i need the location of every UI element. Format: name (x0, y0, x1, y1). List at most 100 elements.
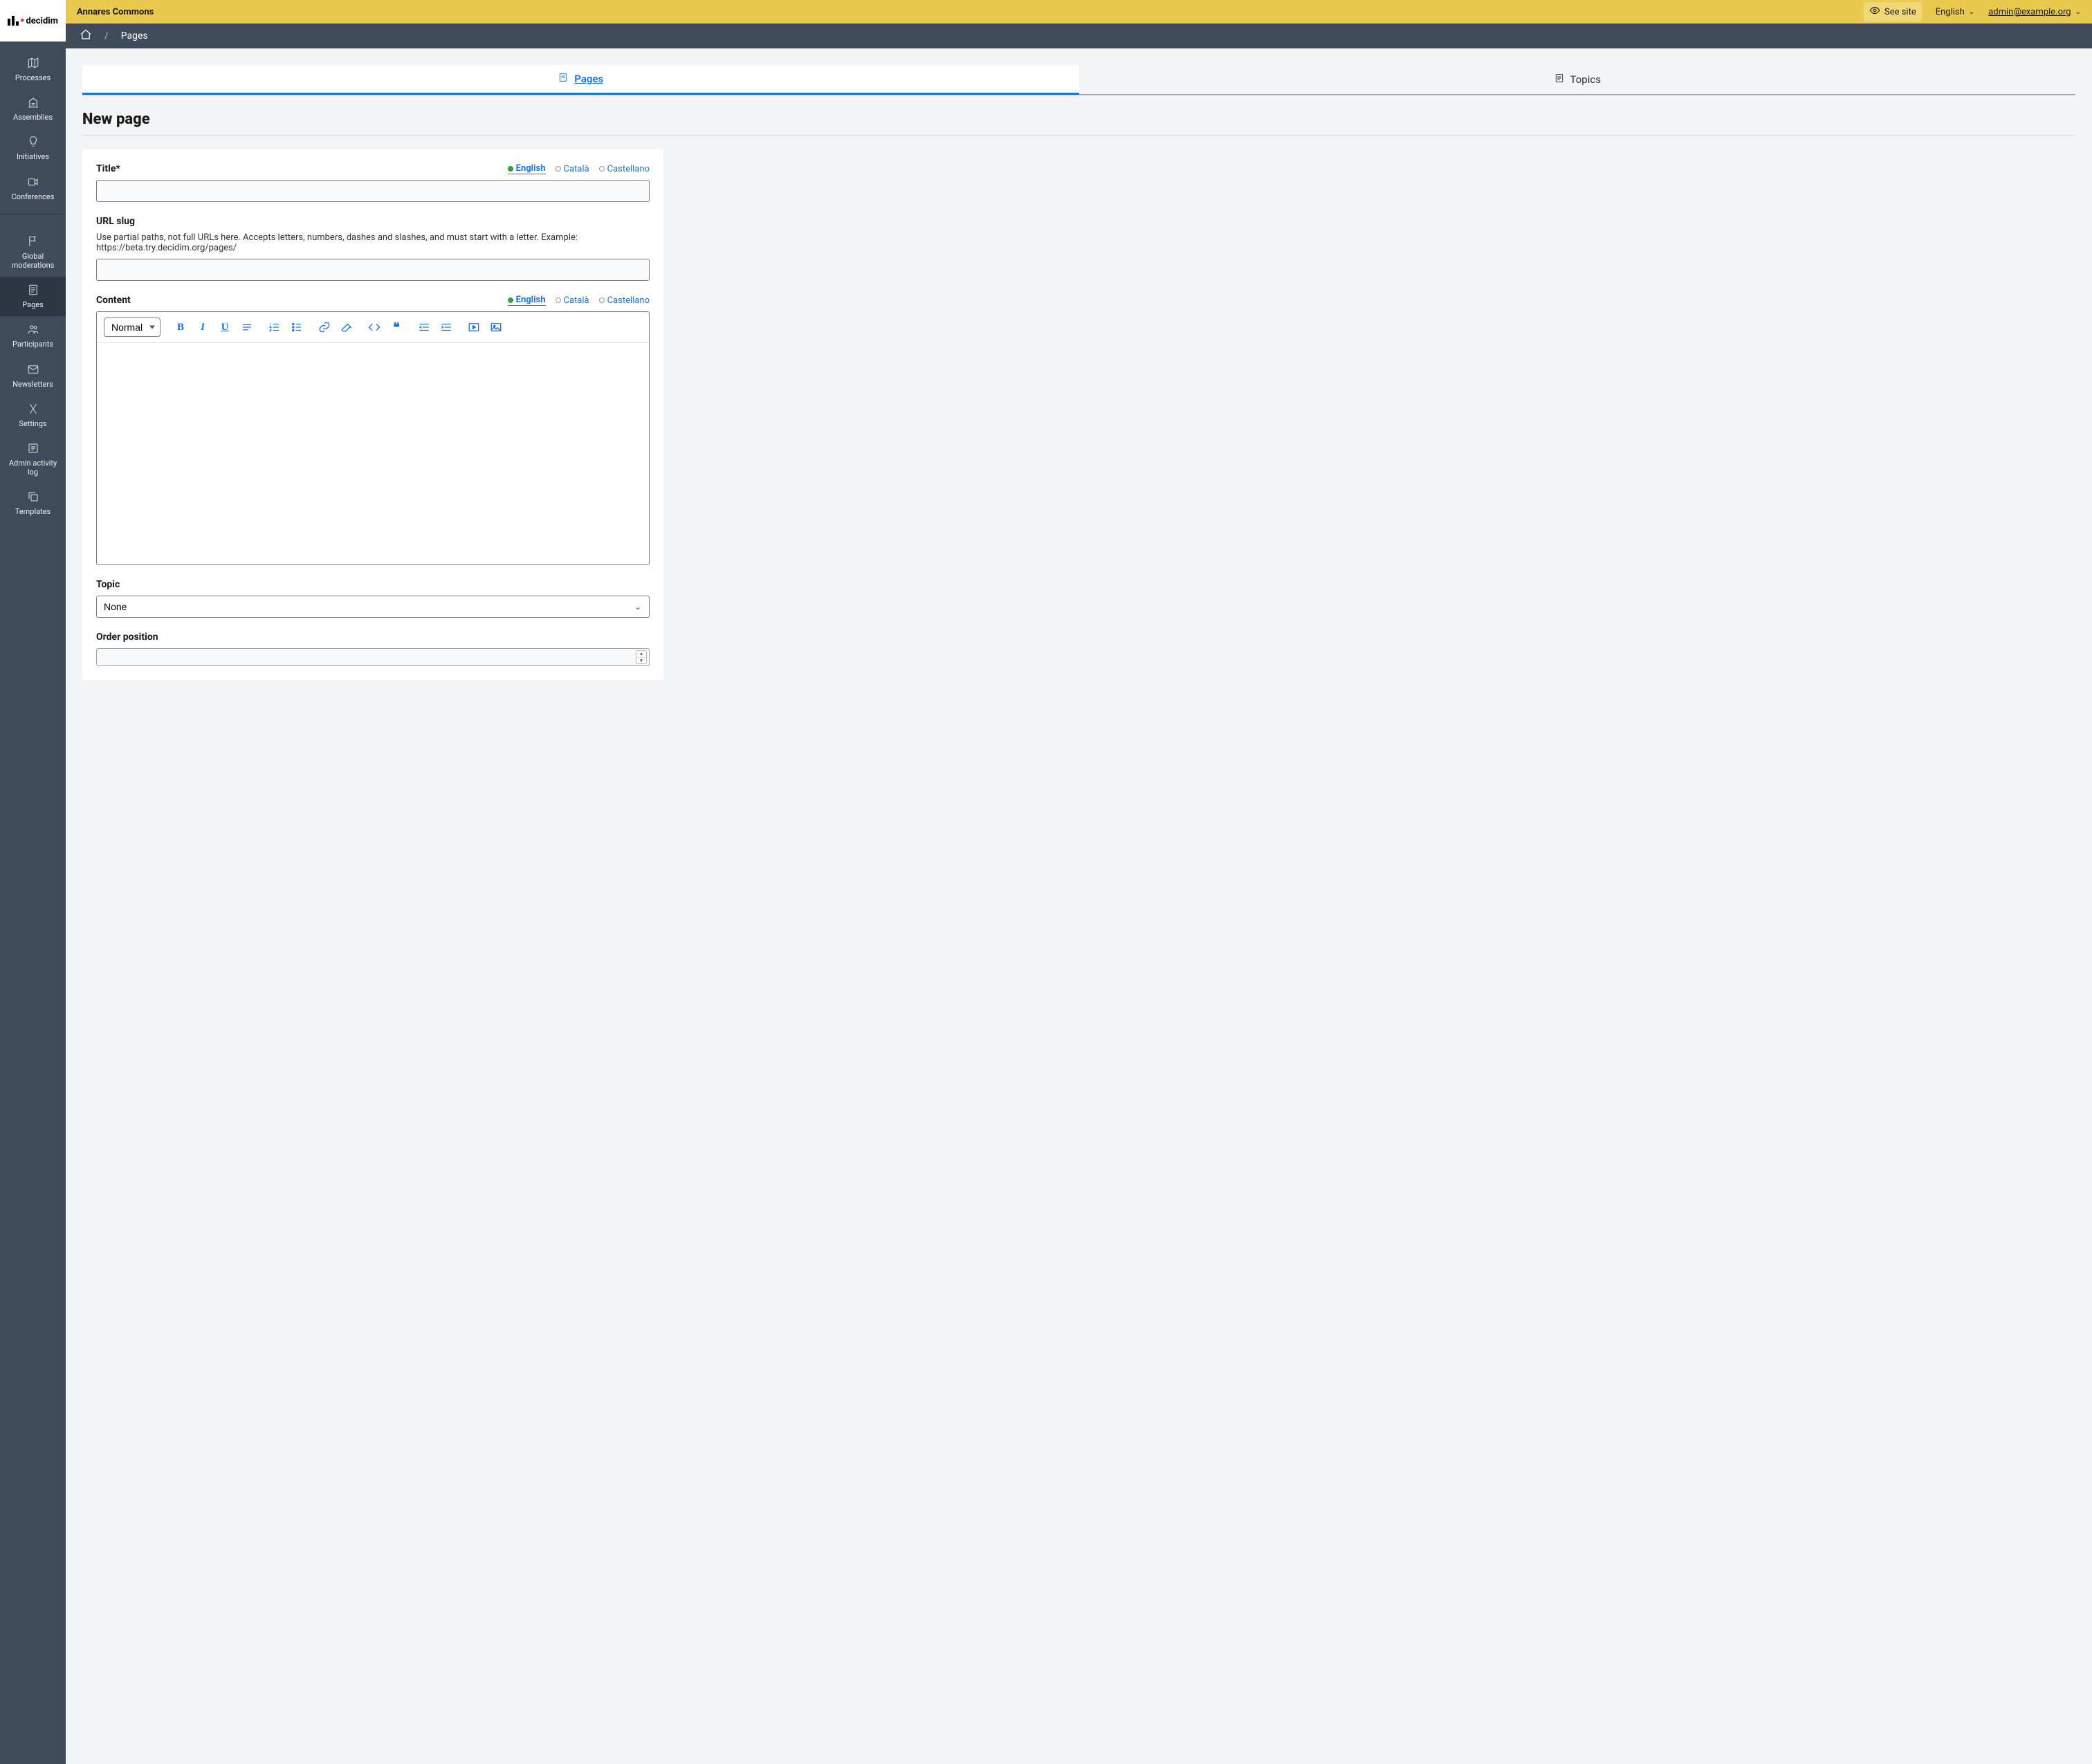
sidebar-item-label: Admin activity log (3, 459, 63, 477)
eye-icon (1869, 5, 1880, 19)
language-tabs: English Català Castellano (508, 163, 650, 174)
status-dot-icon (599, 297, 605, 303)
lang-tab-castellano[interactable]: Castellano (599, 295, 650, 306)
link-button[interactable] (317, 320, 332, 335)
sidebar-item-settings[interactable]: Settings (0, 396, 66, 435)
erase-button[interactable] (339, 320, 354, 335)
topbar: Annares Commons See site English ⌄ admin… (66, 0, 2092, 24)
content-editor: Normal B I U (96, 311, 650, 565)
stepper-up-icon[interactable]: ▲ (636, 651, 646, 658)
topic-select[interactable]: None (96, 596, 650, 618)
unordered-list-button[interactable] (289, 320, 304, 335)
status-dot-icon (599, 166, 605, 172)
italic-button[interactable]: I (195, 320, 210, 335)
page-title: New page (82, 111, 2075, 128)
underline-button[interactable]: U (217, 320, 232, 335)
sidebar-item-label: Global moderations (3, 252, 63, 270)
tab-label: Topics (1570, 73, 1601, 86)
divider (82, 135, 2075, 136)
sidebar-item-pages[interactable]: Pages (0, 277, 66, 316)
status-dot-icon (556, 166, 561, 172)
lang-tab-castellano[interactable]: Castellano (599, 163, 650, 174)
building-icon (27, 96, 39, 109)
user-email: admin@example.org (1988, 7, 2071, 17)
sidebar: • decidim Processes Assemblies Initiativ… (0, 0, 66, 1764)
map-icon (27, 57, 39, 69)
bold-button[interactable]: B (173, 320, 188, 335)
flag-icon (27, 235, 39, 248)
video-icon (27, 176, 39, 188)
breadcrumb-separator: / (104, 30, 109, 42)
content-label: Content (96, 295, 131, 306)
image-button[interactable] (488, 320, 504, 335)
stepper-down-icon[interactable]: ▼ (636, 658, 646, 664)
sidebar-item-newsletters[interactable]: Newsletters (0, 356, 66, 396)
chevron-down-icon: ⌄ (1969, 8, 1974, 16)
editor-toolbar: Normal B I U (97, 312, 649, 343)
ordered-list-button[interactable] (267, 320, 282, 335)
sidebar-item-label: Newsletters (12, 380, 53, 389)
list-icon (27, 442, 39, 454)
quote-button[interactable]: ❝ (389, 320, 404, 335)
outdent-button[interactable] (416, 320, 432, 335)
sidebar-item-label: Templates (15, 507, 51, 516)
home-icon[interactable] (80, 28, 92, 44)
people-icon (27, 323, 39, 336)
sidebar-item-label: Participants (12, 340, 53, 349)
lang-tab-english[interactable]: English (508, 163, 546, 174)
code-button[interactable] (367, 320, 382, 335)
title-label: Title* (96, 163, 120, 174)
sidebar-item-label: Assemblies (13, 113, 53, 122)
language-selector[interactable]: English ⌄ (1936, 7, 1974, 17)
sidebar-item-initiatives[interactable]: Initiatives (0, 129, 66, 168)
see-site-label: See site (1884, 7, 1916, 17)
mail-icon (27, 363, 39, 376)
lang-tab-english[interactable]: English (508, 295, 546, 306)
number-stepper[interactable]: ▲ ▼ (636, 650, 647, 664)
video-embed-button[interactable] (466, 320, 481, 335)
order-position-label: Order position (96, 632, 158, 643)
org-name: Annares Commons (77, 7, 154, 17)
sidebar-item-templates[interactable]: Templates (0, 484, 66, 523)
tab-topics[interactable]: Topics (1079, 65, 2076, 95)
topic-label: Topic (96, 579, 120, 590)
format-select[interactable]: Normal (104, 318, 160, 337)
logo[interactable]: • decidim (0, 0, 66, 42)
tools-icon (27, 403, 39, 415)
language-tabs: English Català Castellano (508, 295, 650, 306)
indent-button[interactable] (439, 320, 454, 335)
sidebar-item-processes[interactable]: Processes (0, 50, 66, 89)
sidebar-item-label: Initiatives (17, 152, 49, 161)
sidebar-item-label: Settings (19, 419, 46, 428)
breadcrumb: / Pages (66, 24, 2092, 48)
copy-icon (27, 490, 39, 503)
url-slug-label: URL slug (96, 216, 135, 227)
editor-body[interactable] (97, 343, 649, 564)
sidebar-item-conferences[interactable]: Conferences (0, 169, 66, 208)
order-position-input[interactable] (96, 648, 650, 666)
sidebar-item-global-moderations[interactable]: Global moderations (0, 228, 66, 277)
language-label: English (1936, 7, 1965, 17)
strikethrough-button[interactable] (239, 320, 255, 335)
chevron-down-icon: ⌄ (2075, 8, 2081, 16)
title-input[interactable] (96, 180, 650, 202)
lang-tab-catala[interactable]: Català (556, 163, 589, 174)
url-slug-input[interactable] (96, 259, 650, 281)
form-panel: Title* English Català Castellano URL slu… (82, 149, 663, 680)
bulb-icon (27, 136, 39, 148)
status-dot-icon (556, 297, 561, 303)
sidebar-item-label: Pages (22, 300, 44, 309)
tabs: Pages Topics (82, 65, 2075, 95)
sidebar-item-assemblies[interactable]: Assemblies (0, 89, 66, 129)
topics-icon (1554, 73, 1565, 86)
sidebar-item-participants[interactable]: Participants (0, 316, 66, 356)
user-menu[interactable]: admin@example.org ⌄ (1988, 7, 2081, 17)
sidebar-item-label: Processes (15, 73, 51, 82)
lang-tab-catala[interactable]: Català (556, 295, 589, 306)
pages-icon (558, 72, 569, 86)
see-site-link[interactable]: See site (1864, 2, 1922, 21)
url-slug-help: Use partial paths, not full URLs here. A… (96, 232, 650, 253)
sidebar-item-admin-activity-log[interactable]: Admin activity log (0, 435, 66, 484)
tab-label: Pages (574, 73, 603, 85)
tab-pages[interactable]: Pages (82, 65, 1079, 95)
